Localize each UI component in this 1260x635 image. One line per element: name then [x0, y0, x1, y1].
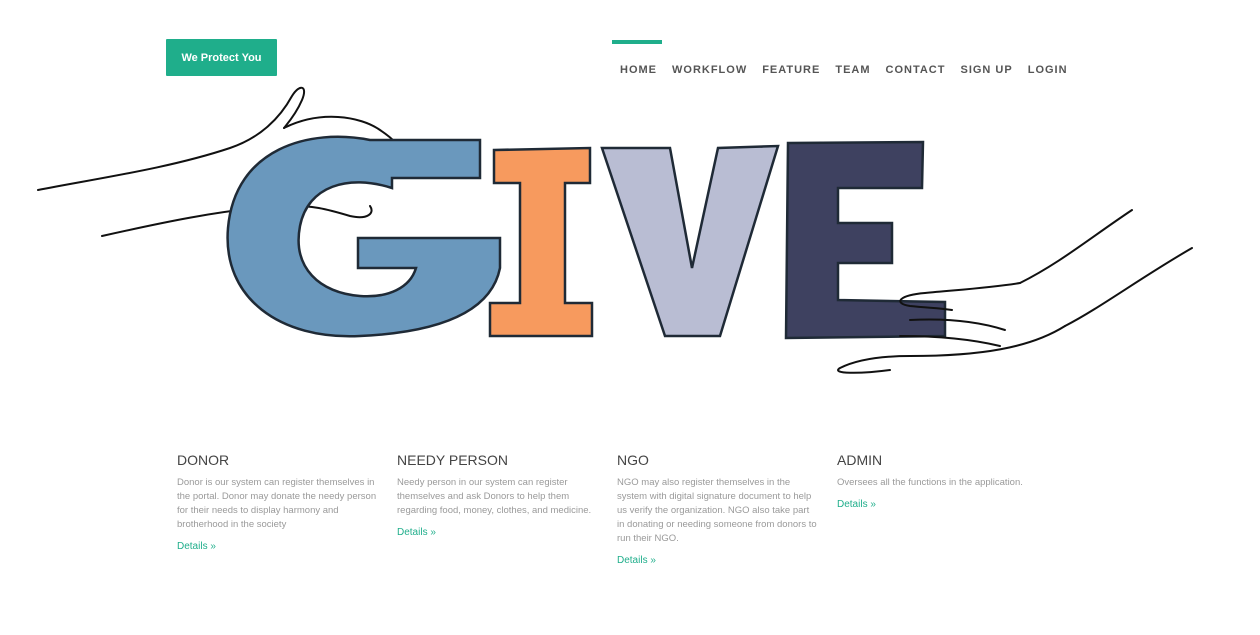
main-nav: HOME WORKFLOW FEATURE TEAM CONTACT SIGN …: [612, 40, 1068, 80]
feature-title: DONOR: [177, 452, 230, 468]
details-link-ngo[interactable]: Details »: [617, 555, 656, 566]
letter-v: [600, 144, 780, 338]
feature-donor: DONOR Donor is our system can register t…: [177, 452, 377, 568]
brand-button[interactable]: We Protect You: [166, 39, 277, 76]
feature-description: Donor is our system can register themsel…: [177, 477, 377, 530]
feature-title: NGO: [617, 452, 649, 468]
details-link-needy-person[interactable]: Details »: [397, 527, 436, 538]
feature-title: ADMIN: [837, 452, 883, 468]
letter-e: [784, 140, 947, 340]
feature-description: NGO may also register themselves in the …: [617, 477, 817, 544]
feature-admin: ADMIN Oversees all the functions in the …: [837, 452, 1037, 568]
feature-description: Oversees all the functions in the applic…: [837, 477, 1023, 488]
details-link-admin[interactable]: Details »: [837, 499, 876, 510]
nav-signup[interactable]: SIGN UP: [960, 40, 1012, 80]
features-section: DONOR Donor is our system can register t…: [177, 452, 1077, 568]
letter-g: [226, 135, 502, 338]
nav-contact[interactable]: CONTACT: [886, 40, 946, 80]
feature-description: Needy person in our system can register …: [397, 477, 592, 516]
feature-ngo: NGO NGO may also register themselves in …: [617, 452, 817, 568]
feature-title: NEEDY PERSON: [397, 452, 508, 468]
nav-feature[interactable]: FEATURE: [762, 40, 820, 80]
feature-needy-person: NEEDY PERSON Needy person in our system …: [397, 452, 597, 568]
nav-home[interactable]: HOME: [612, 40, 662, 80]
letter-i: [488, 146, 594, 338]
nav-login[interactable]: LOGIN: [1028, 40, 1068, 80]
nav-team[interactable]: TEAM: [835, 40, 870, 80]
details-link-donor[interactable]: Details »: [177, 541, 216, 552]
nav-workflow[interactable]: WORKFLOW: [672, 40, 747, 80]
give-illustration: [30, 78, 1210, 378]
